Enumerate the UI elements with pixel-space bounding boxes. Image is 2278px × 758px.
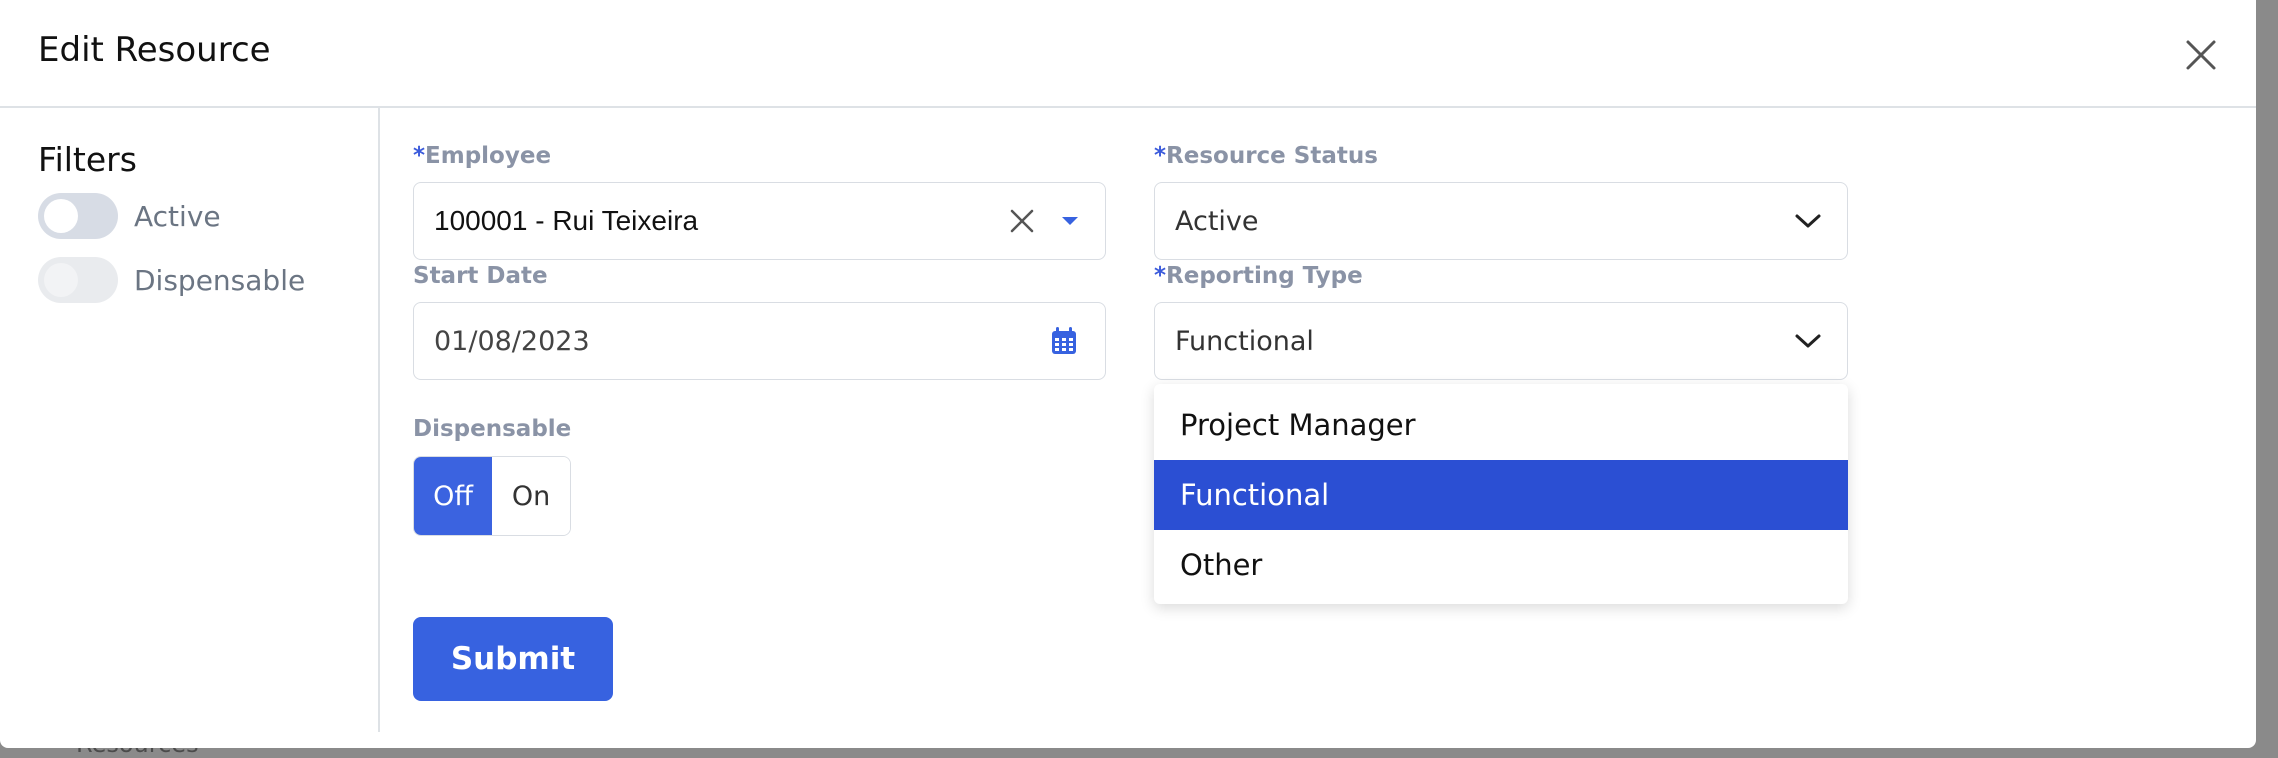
option-other[interactable]: Other (1154, 530, 1848, 600)
dispensable-on-button[interactable]: On (492, 457, 570, 535)
chevron-down-icon (1795, 214, 1821, 228)
modal-header: Edit Resource (0, 0, 2256, 108)
employee-label: *Employee (413, 143, 551, 169)
toggle-knob (44, 199, 78, 233)
reporting-type-chevron (1791, 324, 1825, 358)
employee-clear-button[interactable] (1005, 204, 1039, 238)
start-date-label: Start Date (413, 263, 548, 289)
chevron-down-icon (1795, 334, 1821, 348)
employee-label-text: Employee (425, 143, 552, 169)
required-mark: * (1154, 143, 1167, 169)
resource-status-label: *Resource Status (1154, 143, 1378, 169)
resource-status-label-text: Resource Status (1166, 143, 1378, 169)
close-icon (2186, 40, 2216, 70)
close-button[interactable] (2182, 36, 2220, 74)
filter-active-label: Active (134, 199, 221, 233)
resource-status-chevron (1791, 204, 1825, 238)
calendar-button[interactable] (1047, 324, 1081, 358)
filters-title: Filters (38, 140, 137, 179)
submit-button[interactable]: Submit (413, 617, 613, 701)
dispensable-off-button[interactable]: Off (414, 457, 492, 535)
filter-dispensable-toggle[interactable] (38, 257, 118, 303)
start-date-label-text: Start Date (413, 263, 548, 289)
dispensable-label: Dispensable (413, 416, 571, 442)
resource-status-select[interactable]: Active (1154, 182, 1848, 260)
filter-dispensable-row: Dispensable (38, 256, 305, 304)
clear-icon (1010, 209, 1034, 233)
required-mark: * (413, 143, 426, 169)
calendar-icon (1052, 327, 1076, 354)
toggle-knob (44, 263, 78, 297)
required-mark: * (1154, 263, 1167, 289)
reporting-type-dropdown-menu: Project Manager Functional Other (1154, 384, 1848, 604)
reporting-type-value: Functional (1175, 325, 1314, 357)
employee-value: 100001 - Rui Teixeira (434, 205, 699, 236)
employee-select[interactable]: 100001 - Rui Teixeira (413, 182, 1106, 260)
reporting-type-select[interactable]: Functional (1154, 302, 1848, 380)
reporting-type-label-text: Reporting Type (1166, 263, 1363, 289)
reporting-type-label: *Reporting Type (1154, 263, 1363, 289)
edit-resource-modal: Edit Resource Filters Active Dispensable… (0, 0, 2256, 748)
caret-down-icon (1062, 217, 1078, 225)
filter-active-row: Active (38, 192, 221, 240)
employee-dropdown-button[interactable] (1053, 204, 1087, 238)
start-date-value: 01/08/2023 (434, 325, 590, 357)
resource-status-value: Active (1175, 205, 1259, 237)
dispensable-segmented-control: Off On (413, 456, 571, 536)
filters-sidebar: Filters Active Dispensable (0, 108, 380, 732)
option-project-manager[interactable]: Project Manager (1154, 390, 1848, 460)
start-date-input[interactable]: 01/08/2023 (413, 302, 1106, 380)
modal-title: Edit Resource (38, 30, 271, 70)
dispensable-label-text: Dispensable (413, 416, 572, 442)
option-functional[interactable]: Functional (1154, 460, 1848, 530)
filter-active-toggle[interactable] (38, 193, 118, 239)
filter-dispensable-label: Dispensable (134, 263, 306, 297)
